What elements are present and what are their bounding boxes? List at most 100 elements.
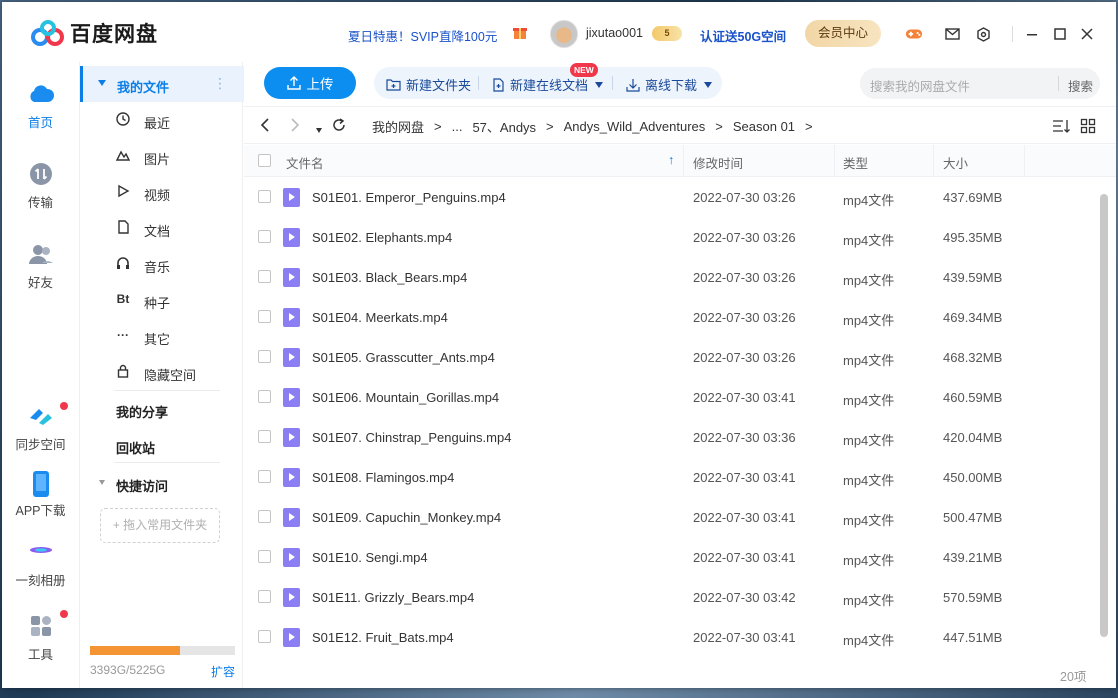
upload-button[interactable]: 上传 — [264, 67, 356, 99]
grid-view-icon[interactable] — [1080, 118, 1098, 134]
row-checkbox[interactable] — [258, 350, 271, 363]
drop-folder-area[interactable]: + 拖入常用文件夹 — [100, 508, 220, 543]
file-name[interactable]: S01E12. Fruit_Bats.mp4 — [312, 630, 454, 645]
search-input[interactable]: 搜索我的网盘文件 — [870, 76, 970, 95]
column-type[interactable]: 类型 — [843, 153, 868, 172]
history-dropdown-icon[interactable] — [316, 120, 322, 136]
nav-home[interactable]: 首页 — [2, 82, 79, 131]
sidebar-recycle-bin[interactable]: 回收站 — [116, 438, 155, 457]
offline-download-button[interactable]: 离线下载 — [626, 75, 713, 94]
file-name[interactable]: S01E11. Grizzly_Bears.mp4 — [312, 590, 474, 605]
username[interactable]: jixutao001 — [586, 26, 643, 40]
caret-down-icon[interactable] — [98, 80, 106, 86]
file-name[interactable]: S01E06. Mountain_Gorillas.mp4 — [312, 390, 499, 405]
row-checkbox[interactable] — [258, 510, 271, 523]
minimize-icon[interactable] — [1023, 26, 1041, 42]
breadcrumb-item[interactable]: ... — [452, 119, 463, 134]
row-checkbox[interactable] — [258, 190, 271, 203]
file-name[interactable]: S01E10. Sengi.mp4 — [312, 550, 428, 565]
caret-down-icon[interactable] — [595, 81, 604, 88]
sidebar-item-recent[interactable]: 最近 — [80, 102, 244, 138]
table-row[interactable]: S01E09. Capuchin_Monkey.mp4 2022-07-30 03… — [244, 497, 1096, 537]
breadcrumb-item[interactable]: 我的网盘 — [372, 117, 424, 136]
close-icon[interactable] — [1078, 26, 1096, 42]
sidebar-item-other[interactable]: ··· 其它 — [80, 318, 244, 354]
scrollbar-thumb[interactable] — [1100, 194, 1108, 637]
row-checkbox[interactable] — [258, 590, 271, 603]
table-row[interactable]: S01E07. Chinstrap_Penguins.mp4 2022-07-30… — [244, 417, 1096, 457]
file-name[interactable]: S01E05. Grasscutter_Ants.mp4 — [312, 350, 495, 365]
sidebar-item-torrents[interactable]: Bt 种子 — [80, 282, 244, 318]
table-row[interactable]: S01E03. Black_Bears.mp4 2022-07-30 03:26 m… — [244, 257, 1096, 297]
caret-down-icon[interactable] — [704, 81, 713, 88]
more-vertical-icon[interactable]: ⋮ — [213, 75, 227, 92]
sort-icon[interactable] — [1052, 118, 1070, 134]
search-button[interactable]: 搜索 — [1068, 76, 1093, 95]
nav-sync-space[interactable]: 同步空间 — [2, 402, 79, 453]
file-name[interactable]: S01E03. Black_Bears.mp4 — [312, 270, 467, 285]
table-row[interactable]: S01E12. Fruit_Bats.mp4 2022-07-30 03:41 mp… — [244, 617, 1096, 657]
breadcrumb-item[interactable]: 57、Andys — [472, 117, 536, 136]
row-checkbox[interactable] — [258, 630, 271, 643]
promo-link[interactable]: 夏日特惠！SVIP直降100元 — [348, 26, 497, 45]
game-icon[interactable] — [905, 26, 923, 42]
breadcrumb-item[interactable]: Season 01 — [733, 119, 795, 134]
member-center-button[interactable]: 会员中心 — [805, 20, 881, 47]
nav-transfer[interactable]: 传输 — [2, 162, 79, 211]
sort-asc-icon[interactable]: ↑ — [668, 153, 674, 167]
gift-icon[interactable] — [512, 24, 528, 40]
row-checkbox[interactable] — [258, 390, 271, 403]
row-checkbox[interactable] — [258, 230, 271, 243]
file-name[interactable]: S01E08. Flamingos.mp4 — [312, 470, 454, 485]
column-modified[interactable]: 修改时间 — [693, 153, 743, 172]
sidebar-my-share[interactable]: 我的分享 — [116, 402, 168, 421]
table-row[interactable]: S01E01. Emperor_Penguins.mp4 2022-07-30 0… — [244, 177, 1096, 217]
nav-app-download[interactable]: APP下载 — [2, 470, 79, 519]
row-checkbox[interactable] — [258, 270, 271, 283]
vip-level-badge[interactable]: 5 — [652, 26, 682, 41]
table-row[interactable]: S01E11. Grizzly_Bears.mp4 2022-07-30 03:4… — [244, 577, 1096, 617]
back-icon[interactable] — [260, 118, 270, 135]
sidebar-item-images[interactable]: 图片 — [80, 138, 244, 174]
nav-tools[interactable]: 工具 — [2, 610, 79, 663]
sidebar-quick-access[interactable]: 快捷访问 — [116, 476, 168, 495]
refresh-icon[interactable] — [332, 118, 346, 135]
file-name[interactable]: S01E07. Chinstrap_Penguins.mp4 — [312, 430, 511, 445]
new-folder-button[interactable]: 新建文件夹 — [386, 75, 471, 94]
table-row[interactable]: S01E05. Grasscutter_Ants.mp4 2022-07-30 0… — [244, 337, 1096, 377]
sidebar-item-hidden-space[interactable]: 隐藏空间 — [80, 354, 244, 390]
new-online-doc-button[interactable]: 新建在线文档 — [492, 75, 604, 94]
settings-icon[interactable] — [974, 26, 992, 42]
forward-icon[interactable] — [290, 118, 300, 135]
verify-link[interactable]: 认证送50G空间 — [700, 26, 786, 45]
row-checkbox[interactable] — [258, 470, 271, 483]
sidebar-item-music[interactable]: 音乐 — [80, 246, 244, 282]
caret-down-icon[interactable] — [99, 480, 105, 485]
table-row[interactable]: S01E04. Meerkats.mp4 2022-07-30 03:26 mp4文… — [244, 297, 1096, 337]
nav-friends[interactable]: 好友 — [2, 242, 79, 291]
sidebar-item-documents[interactable]: 文档 — [80, 210, 244, 246]
breadcrumb-item[interactable]: Andys_Wild_Adventures — [564, 119, 706, 134]
column-size[interactable]: 大小 — [943, 153, 968, 172]
row-checkbox[interactable] — [258, 550, 271, 563]
file-name[interactable]: S01E02. Elephants.mp4 — [312, 230, 452, 245]
app-logo[interactable]: 百度网盘 — [30, 18, 158, 48]
table-row[interactable]: S01E10. Sengi.mp4 2022-07-30 03:41 mp4文件 43… — [244, 537, 1096, 577]
sidebar-item-video[interactable]: 视频 — [80, 174, 244, 210]
nav-album[interactable]: 一刻相册 — [2, 540, 79, 589]
mail-icon[interactable] — [943, 26, 961, 42]
table-row[interactable]: S01E02. Elephants.mp4 2022-07-30 03:26 mp4… — [244, 217, 1096, 257]
avatar[interactable] — [550, 20, 578, 48]
file-name[interactable]: S01E01. Emperor_Penguins.mp4 — [312, 190, 506, 205]
column-name[interactable]: 文件名 — [286, 153, 324, 172]
table-row[interactable]: S01E08. Flamingos.mp4 2022-07-30 03:41 mp4… — [244, 457, 1096, 497]
file-name[interactable]: S01E04. Meerkats.mp4 — [312, 310, 448, 325]
select-all-checkbox[interactable] — [258, 154, 271, 167]
file-name[interactable]: S01E09. Capuchin_Monkey.mp4 — [312, 510, 501, 525]
expand-storage-link[interactable]: 扩容 — [211, 663, 235, 680]
row-checkbox[interactable] — [258, 310, 271, 323]
row-checkbox[interactable] — [258, 430, 271, 443]
search-box[interactable]: 搜索我的网盘文件 搜索 — [860, 68, 1100, 99]
table-row[interactable]: S01E06. Mountain_Gorillas.mp4 2022-07-30 … — [244, 377, 1096, 417]
sidebar-my-files[interactable]: 我的文件 ⋮ — [80, 66, 244, 102]
